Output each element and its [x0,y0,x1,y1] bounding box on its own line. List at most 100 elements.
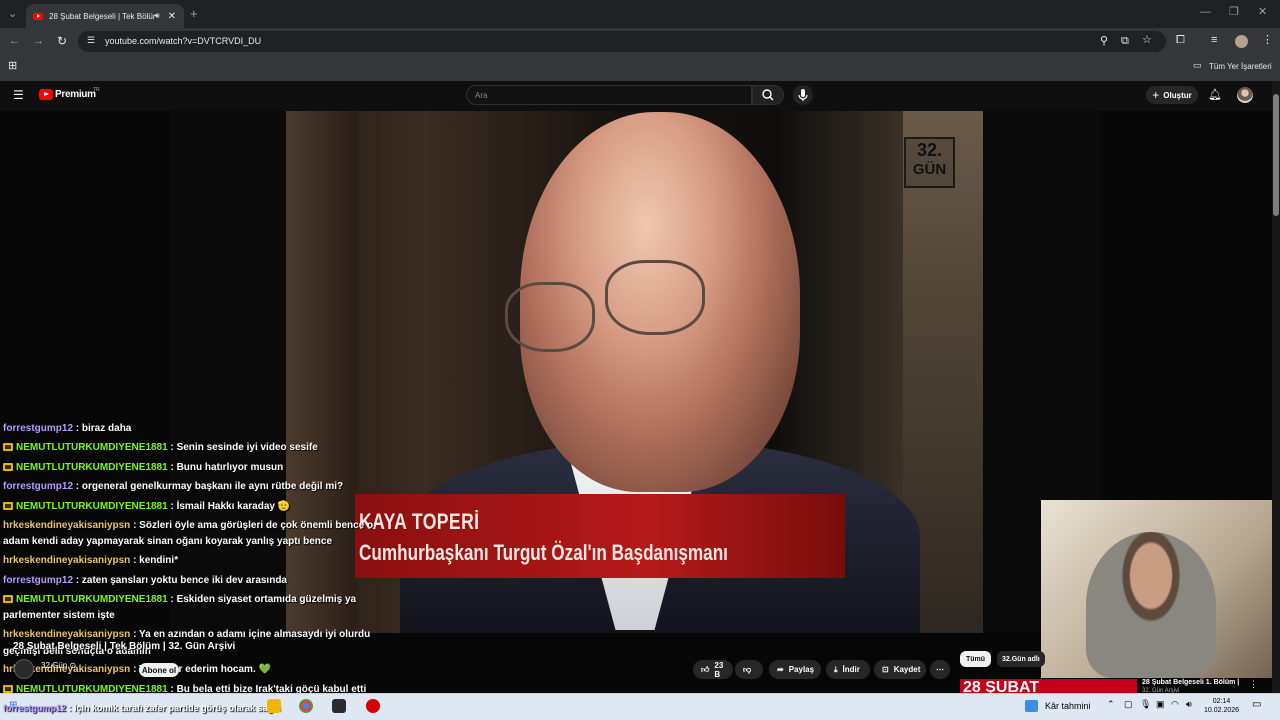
search-button[interactable] [752,85,784,105]
chat-message: forrestgump12 : biraz daha [3,423,132,434]
wifi-icon[interactable]: ◠ [1171,699,1179,710]
file-explorer-icon[interactable] [267,699,281,713]
microphone-icon [798,89,808,101]
microphone-tray-icon[interactable]: 🎙︎ [1140,699,1151,710]
system-clock[interactable]: 02:14 10.02.2026 [1204,697,1239,715]
chip-channel[interactable]: 32.Gün adlı [997,651,1045,667]
tray-overflow-icon[interactable]: ⌃ [1107,699,1115,710]
chat-message: hrkeskendineyakisaniypsn : Sözleri öyle … [3,520,374,531]
sub-badge-icon [3,463,13,471]
volume-icon[interactable]: 🔊︎ [1186,699,1192,710]
forward-icon[interactable]: → [33,36,44,47]
speaker-icon[interactable]: 🔊︎ [155,11,160,21]
glasses-left-lens [505,282,595,352]
plus-icon: + [1152,88,1160,102]
new-tab-icon[interactable]: + [190,7,198,20]
like-button[interactable]: 👍︎ 23 B [693,660,733,679]
site-info-icon[interactable]: ☰ [87,36,95,45]
region-code: TR [93,87,100,93]
bookmark-star-icon[interactable]: ☆ [1142,35,1152,46]
youtube-logo-text[interactable]: Premium [55,89,96,100]
chat-message: forrestgump12 : orgeneral genelkurmay ba… [3,481,344,492]
webcam-person [1086,532,1216,678]
network-icon[interactable]: ▣ [1156,699,1165,710]
chat-message: forrestgump12 : için komik tarafı zafer … [3,703,281,713]
minimize-icon[interactable]: — [1200,7,1211,18]
save-label: Kaydet [893,665,921,674]
watermark-line2: GÜN [912,161,947,178]
media-control-icon[interactable]: ≡ [1211,35,1217,46]
download-icon: ⤓ [834,664,838,674]
more-actions-button[interactable]: ⋯ [930,660,950,679]
search-icon [762,89,774,101]
clock-date: 10.02.2026 [1204,707,1240,714]
apps-grid-icon[interactable]: ⊞ [8,61,17,72]
glasses-right-lens [605,260,705,335]
share-label: Paylaş [788,665,815,674]
recommended-thumbnail[interactable]: 28 ŞUBAT [960,679,1137,693]
recording-app-icon[interactable] [366,699,380,713]
youtube-favicon-icon [33,12,43,20]
sub-badge-icon [3,685,13,693]
install-icon[interactable]: ⧉ [1121,36,1129,47]
scrollbar-thumb[interactable] [1273,94,1279,216]
sub-badge-icon [3,502,13,510]
youtube-logo-icon[interactable] [39,89,53,100]
more-icon: ⋯ [936,665,944,674]
dislike-button[interactable]: 👎︎ [735,660,763,679]
close-tab-icon[interactable]: ✕ [168,11,176,22]
video-scene-frame [286,111,356,633]
chat-message: NEMUTLUTURKUMDIYENE1881 : Eskiden siyase… [3,594,356,605]
create-button[interactable]: + Oluştur [1146,86,1198,104]
tab-search-icon[interactable]: ⌄ [8,9,17,20]
chip-all[interactable]: Tümü [960,651,992,667]
thumbs-down-icon: 👎︎ [743,664,752,674]
chat-message: hrkeskendineyakisaniypsn : Ya en azından… [3,629,371,640]
search-input[interactable] [466,85,752,105]
tab-title: 28 Şubat Belgeseli | Tek Bölüm [49,11,155,21]
extensions-icon[interactable]: ⧠ [1176,35,1185,46]
search-placeholder: Ara [475,91,488,100]
thumbs-up-icon: 👍︎ [701,664,710,674]
app-taskbar-icon[interactable] [332,699,346,713]
account-avatar[interactable] [1237,87,1253,103]
weather-text[interactable]: Kâr tahmini [1045,701,1091,711]
back-icon[interactable]: ← [9,36,20,47]
notifications-bell-icon[interactable]: 🔔︎ [1208,88,1222,101]
url-text[interactable]: youtube.com/watch?v=DVTCRVDI_DU [105,36,261,46]
recommended-title[interactable]: 28 Şubat Belgeseli 1. Bölüm | [1142,679,1239,686]
download-button[interactable]: ⤓ İndir [826,660,870,679]
voice-search-button[interactable] [793,85,813,105]
bookmarks-bar [0,55,1280,82]
profile-avatar-icon[interactable] [1235,35,1248,48]
browser-menu-icon[interactable]: ⋮ [1262,35,1273,46]
save-button[interactable]: ⊡ Kaydet [874,660,926,679]
channel-name[interactable]: 32.Gün ⊙ [41,661,76,670]
subscribe-button[interactable]: Abone ol [139,663,179,677]
reload-icon[interactable]: ↻ [57,35,67,47]
hamburger-menu-icon[interactable]: ☰ [13,88,24,102]
restore-icon[interactable]: ❐ [1229,7,1239,18]
clock-time: 02:14 [1212,698,1231,705]
sub-badge-icon [3,443,13,451]
channel-avatar[interactable] [14,659,34,679]
weather-icon[interactable] [1025,700,1038,712]
recommended-menu-icon[interactable]: ⋮ [1249,679,1258,690]
chat-message: NEMUTLUTURKUMDIYENE1881 : Bunu hatırlıyo… [3,462,283,473]
share-button[interactable]: ➦ Paylaş [769,660,821,679]
chat-message: NEMUTLUTURKUMDIYENE1881 : Senin sesinde … [3,442,318,453]
zoom-icon[interactable]: ⚲ [1100,36,1108,47]
video-title: 28 Şubat Belgeseli | Tek Bölüm | 32. Gün… [13,641,236,652]
share-icon: ➦ [777,665,784,674]
tray-app-icon[interactable]: ▢ [1124,699,1133,710]
close-window-icon[interactable]: ✕ [1258,7,1267,18]
all-bookmarks-link[interactable]: Tüm Yer İşaretleri [1209,62,1272,71]
chat-message: NEMUTLUTURKUMDIYENE1881 : İsmail Hakkı k… [3,501,290,512]
folder-icon: ▭ [1193,60,1202,70]
browser-tab[interactable]: 28 Şubat Belgeseli | Tek Bölüm 🔊︎ ✕ [26,4,184,28]
chat-message-continued: parlementer sistem işte [3,610,115,621]
download-label: İndir [842,665,860,674]
chrome-taskbar-icon[interactable] [299,699,313,713]
notification-center-icon[interactable]: ▭ [1252,699,1261,710]
channel-watermark-logo: 32. GÜN [904,137,955,188]
